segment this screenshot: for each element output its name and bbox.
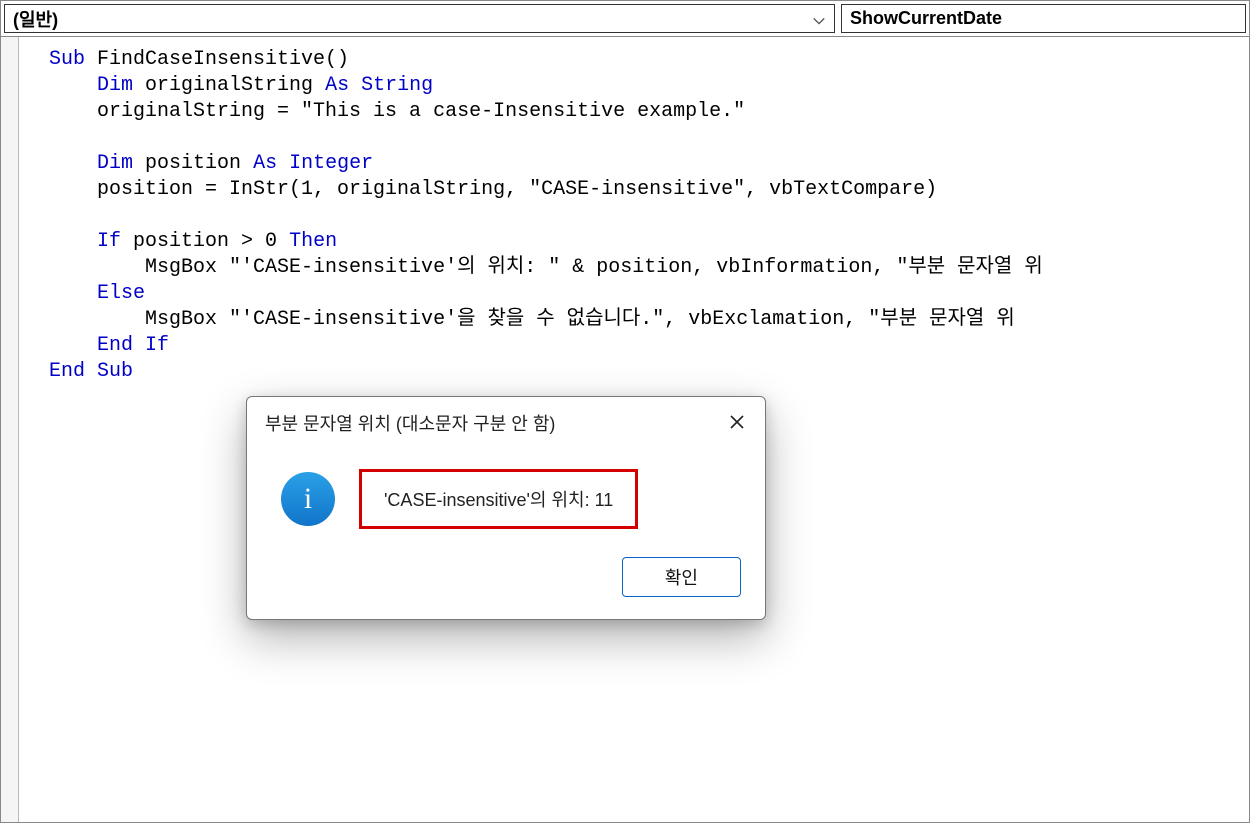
close-button[interactable] — [723, 409, 751, 437]
code-text: MsgBox "'CASE-insensitive'의 위치: " & posi… — [49, 256, 1043, 279]
info-glyph: i — [304, 482, 312, 516]
object-dropdown-label: (일반) — [13, 6, 58, 32]
code-keyword: As String — [325, 74, 433, 97]
object-dropdown[interactable]: (일반) — [4, 4, 835, 33]
margin-gutter — [1, 37, 19, 822]
code-keyword: Else — [97, 282, 145, 305]
code-text — [49, 74, 97, 97]
code-text: MsgBox "'CASE-insensitive'을 찾을 수 없습니다.",… — [49, 308, 1015, 331]
dialog-body: i 'CASE-insensitive'의 위치: 11 — [247, 447, 765, 557]
code-text — [49, 230, 97, 253]
chevron-down-icon — [812, 12, 826, 26]
close-icon — [730, 413, 744, 434]
code-text: position = InStr(1, originalString, "CAS… — [49, 178, 937, 201]
code-text — [49, 282, 97, 305]
code-text — [49, 152, 97, 175]
code-keyword: As Integer — [253, 152, 373, 175]
dialog-footer: 확인 — [247, 557, 765, 619]
procedure-dropdown-label: ShowCurrentDate — [850, 8, 1002, 29]
code-keyword: If — [97, 230, 121, 253]
editor-dropdown-bar: (일반) ShowCurrentDate — [1, 1, 1249, 37]
code-text: position > 0 — [121, 230, 289, 253]
code-text: originalString — [133, 74, 325, 97]
code-text — [49, 334, 97, 357]
info-icon: i — [281, 472, 335, 526]
code-keyword: Then — [289, 230, 337, 253]
procedure-dropdown[interactable]: ShowCurrentDate — [841, 4, 1246, 33]
code-text: FindCaseInsensitive() — [85, 48, 349, 71]
ok-button[interactable]: 확인 — [622, 557, 741, 597]
code-keyword: Dim — [97, 74, 133, 97]
vba-editor-window: (일반) ShowCurrentDate Sub FindCaseInsensi… — [0, 0, 1250, 823]
code-keyword: End Sub — [49, 360, 133, 383]
dialog-title-text: 부분 문자열 위치 (대소문자 구분 안 함) — [265, 410, 555, 436]
code-keyword: End If — [97, 334, 169, 357]
dialog-titlebar: 부분 문자열 위치 (대소문자 구분 안 함) — [247, 397, 765, 447]
code-text: position — [133, 152, 253, 175]
code-keyword: Dim — [97, 152, 133, 175]
code-text: originalString = "This is a case-Insensi… — [49, 100, 745, 123]
code-keyword: Sub — [49, 48, 85, 71]
message-box-dialog: 부분 문자열 위치 (대소문자 구분 안 함) i 'CASE-insensit… — [246, 396, 766, 620]
dialog-message-highlight: 'CASE-insensitive'의 위치: 11 — [359, 469, 638, 529]
dialog-message-text: 'CASE-insensitive'의 위치: 11 — [384, 490, 613, 510]
